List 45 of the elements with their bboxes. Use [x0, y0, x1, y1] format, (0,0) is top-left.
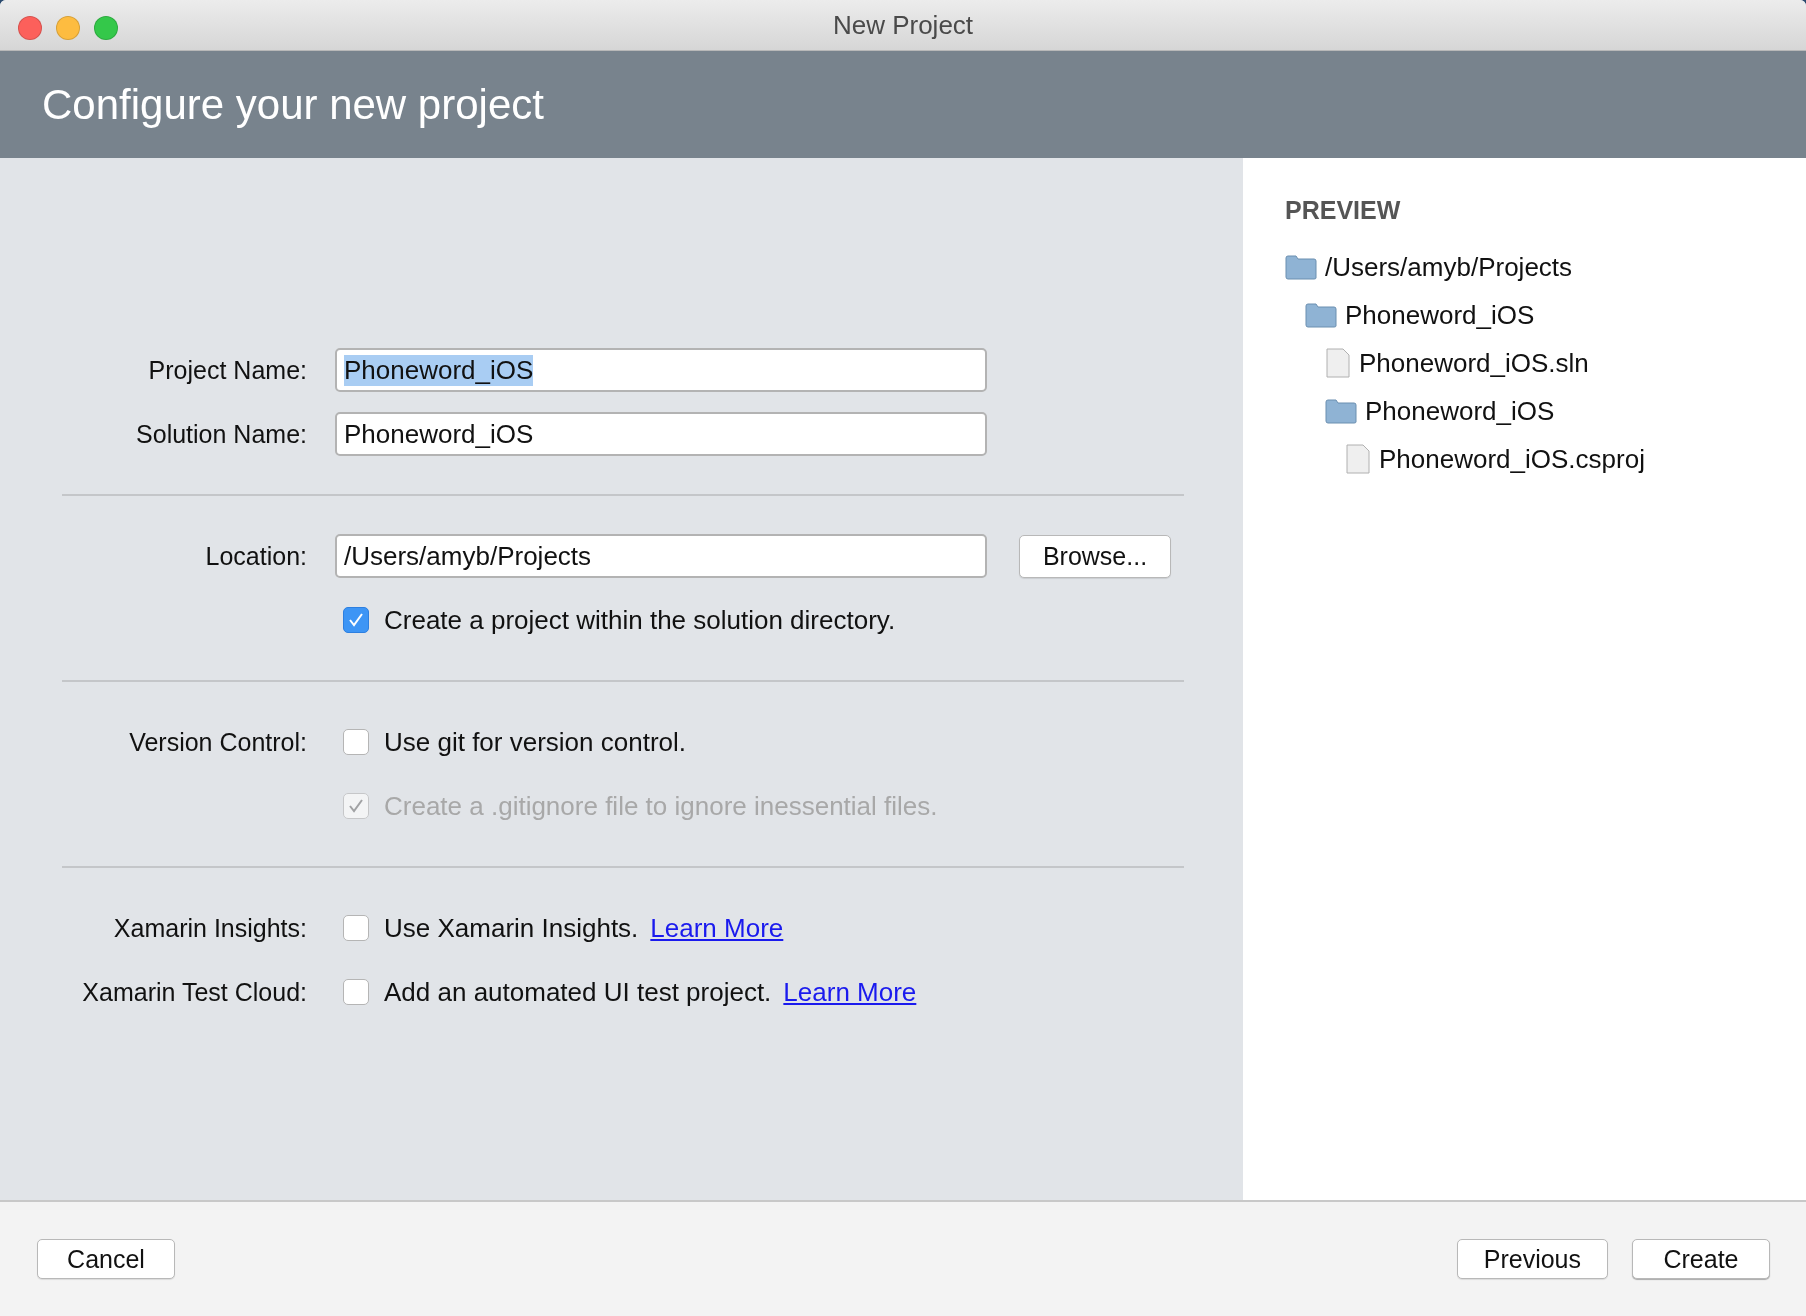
- document-icon: [1345, 444, 1371, 474]
- field-label: Version Control:: [128, 727, 308, 757]
- field-label: Solution Name:: [135, 419, 308, 449]
- cancel-button[interactable]: Cancel: [37, 1239, 175, 1279]
- checkbox-label: Use git for version control.: [384, 726, 686, 758]
- file-name: Phoneword_iOS.csproj: [1379, 443, 1645, 475]
- field-label: Xamarin Insights:: [112, 913, 308, 943]
- checkbox-label: Use Xamarin Insights.: [384, 912, 639, 944]
- text-field[interactable]: Phoneword_iOS: [335, 348, 987, 392]
- checkbox-label: Add an automated UI test project.: [384, 976, 772, 1008]
- field-label: Xamarin Test Cloud:: [81, 977, 308, 1007]
- checkmark-icon: [348, 799, 364, 813]
- checkbox[interactable]: [343, 729, 369, 755]
- checkbox[interactable]: [343, 979, 369, 1005]
- folder-icon: [1285, 254, 1317, 280]
- learn-more-link[interactable]: Learn More: [783, 976, 917, 1008]
- checkmark-icon: [348, 613, 364, 627]
- checkbox-label: Create a project within the solution directory.: [384, 604, 896, 636]
- text-field[interactable]: Phoneword_iOS: [335, 412, 987, 456]
- previous-button[interactable]: Previous: [1456, 1239, 1608, 1279]
- page-heading: Configure your new project: [42, 80, 544, 129]
- checkbox-label: Create a .gitignore file to ignore inessential files.: [384, 790, 938, 822]
- browse-button[interactable]: Browse...: [1019, 534, 1171, 578]
- window-title: New Project: [832, 9, 974, 41]
- create-button[interactable]: Create: [1632, 1239, 1770, 1279]
- folder-icon: [1325, 398, 1357, 424]
- document-icon: [1325, 348, 1351, 378]
- minimize-button[interactable]: [56, 16, 80, 40]
- field-value: Phoneword_iOS: [344, 354, 534, 386]
- folder-name: /Users/amyb/Projects: [1325, 251, 1573, 283]
- field-value: Phoneword_iOS: [344, 418, 534, 450]
- checkbox[interactable]: [343, 915, 369, 941]
- text-field[interactable]: /Users/amyb/Projects: [335, 534, 987, 578]
- checkbox[interactable]: [343, 607, 369, 633]
- folder-name: Phoneword_iOS: [1365, 395, 1555, 427]
- field-label: Location:: [204, 541, 308, 571]
- field-value: /Users/amyb/Projects: [344, 540, 592, 572]
- preview-heading: PREVIEW: [1285, 196, 1402, 225]
- folder-name: Phoneword_iOS: [1345, 299, 1535, 331]
- field-label: Project Name:: [147, 355, 308, 385]
- file-name: Phoneword_iOS.sln: [1359, 347, 1589, 379]
- learn-more-link[interactable]: Learn More: [650, 912, 784, 944]
- close-button[interactable]: [18, 16, 42, 40]
- zoom-button[interactable]: [94, 16, 118, 40]
- folder-icon: [1305, 302, 1337, 328]
